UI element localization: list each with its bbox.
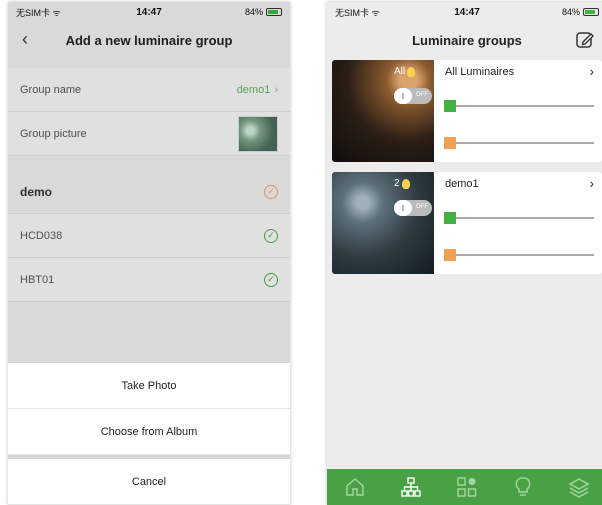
- page-title: Luminaire groups: [412, 32, 522, 48]
- toggle-knob: I: [394, 200, 412, 216]
- group-image: [332, 60, 434, 162]
- tab-bar: [327, 469, 602, 505]
- toggle-off-label: OFF: [416, 204, 428, 210]
- battery-icon: [266, 8, 282, 16]
- color-temp-slider[interactable]: [444, 137, 594, 149]
- cancel-button[interactable]: Cancel: [8, 459, 290, 505]
- edit-icon[interactable]: [575, 30, 595, 50]
- power-toggle[interactable]: I OFF: [394, 88, 432, 104]
- group-card[interactable]: All I OFF All Luminaires ›: [332, 60, 602, 162]
- chevron-right-icon[interactable]: ›: [589, 175, 594, 191]
- device-label: HBT01: [20, 273, 55, 286]
- brightness-slider[interactable]: [444, 100, 594, 112]
- device-label: HCD038: [20, 229, 63, 242]
- group-name-value: demo1: [236, 83, 271, 96]
- page-title: Add a new luminaire group: [65, 32, 233, 48]
- group-picture-row[interactable]: Group picture: [8, 112, 290, 156]
- carrier-label: 无SIM卡 ᯤ: [335, 7, 380, 18]
- battery-percent: 84%: [244, 7, 263, 17]
- add-group-screen: 无SIM卡 ᯤ 14:47 84% ‹ Add a new luminaire …: [8, 2, 290, 505]
- section-divider: [8, 156, 290, 170]
- nav-bar: ‹ Add a new luminaire group: [8, 22, 290, 58]
- carrier-label: 无SIM卡 ᯤ: [16, 7, 61, 18]
- slider-track: [444, 105, 594, 107]
- slider-track: [444, 254, 594, 256]
- group-picture-thumbnail: [238, 115, 278, 152]
- toggle-knob: I: [394, 88, 412, 104]
- choose-from-album-button[interactable]: Choose from Album: [8, 409, 290, 455]
- power-toggle[interactable]: I OFF: [394, 200, 432, 216]
- layers-icon[interactable]: [567, 475, 591, 499]
- group-header-row[interactable]: demo ✓: [8, 170, 290, 214]
- home-icon[interactable]: [343, 475, 367, 499]
- take-photo-button[interactable]: Take Photo: [8, 363, 290, 409]
- status-bar: 无SIM卡 ᯤ 14:47 84%: [8, 2, 290, 22]
- luminaire-groups-screen: 无SIM卡 ᯤ 14:47 84% Luminaire groups All I…: [327, 2, 602, 505]
- brightness-slider[interactable]: [444, 212, 594, 224]
- count-label: All: [394, 66, 406, 77]
- device-row[interactable]: HBT01 ✓: [8, 258, 290, 302]
- photo-action-sheet: Take Photo Choose from Album Cancel: [8, 363, 290, 505]
- scenes-icon[interactable]: [455, 475, 479, 499]
- chevron-right-icon: ›: [274, 83, 278, 96]
- group-header-label: demo: [20, 184, 53, 199]
- toggle-off-label: OFF: [416, 92, 428, 98]
- battery-icon: [583, 8, 599, 16]
- chevron-right-icon[interactable]: ›: [589, 63, 594, 79]
- luminaire-count: 2: [394, 178, 410, 189]
- count-label: 2: [394, 178, 400, 189]
- slider-handle[interactable]: [444, 212, 456, 224]
- device-row[interactable]: HCD038 ✓: [8, 214, 290, 258]
- slider-handle[interactable]: [444, 249, 456, 261]
- bulb-icon[interactable]: [511, 475, 535, 499]
- back-button[interactable]: ‹: [22, 29, 28, 49]
- slider-track: [444, 217, 594, 219]
- color-temp-slider[interactable]: [444, 249, 594, 261]
- group-picture-label: Group picture: [20, 127, 87, 140]
- check-circle-icon: ✓: [264, 184, 278, 199]
- network-icon[interactable]: [399, 475, 423, 499]
- check-circle-icon: ✓: [264, 228, 278, 243]
- luminaire-count: All: [394, 66, 416, 77]
- group-image: [332, 172, 434, 274]
- group-name-label: Group name: [20, 83, 82, 96]
- slider-handle[interactable]: [444, 100, 456, 112]
- nav-bar: Luminaire groups: [327, 22, 602, 58]
- battery-indicator: 84%: [562, 7, 599, 17]
- check-circle-icon: ✓: [264, 272, 278, 287]
- group-form: Group name demo1 › Group picture demo ✓ …: [8, 68, 290, 302]
- slider-handle[interactable]: [444, 137, 456, 149]
- bulb-icon: [407, 66, 416, 77]
- battery-percent: 84%: [561, 7, 580, 17]
- group-card[interactable]: 2 I OFF demo1 ›: [332, 172, 602, 274]
- group-name-row[interactable]: Group name demo1 ›: [8, 68, 290, 112]
- status-bar: 无SIM卡 ᯤ 14:47 84%: [327, 2, 602, 22]
- battery-indicator: 84%: [245, 7, 282, 17]
- group-name: demo1: [445, 178, 479, 190]
- bulb-icon: [401, 178, 410, 189]
- group-name: All Luminaires: [445, 66, 515, 78]
- slider-track: [444, 142, 594, 144]
